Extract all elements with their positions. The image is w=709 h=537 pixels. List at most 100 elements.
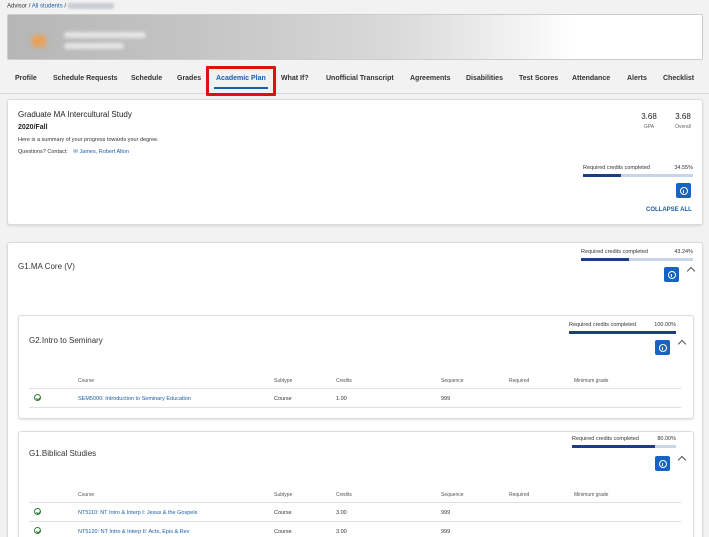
course-credits: 3.00 [336,510,347,516]
core-credits-label: Required credits completed 43.24% [581,249,693,255]
completed-check-icon [34,508,41,515]
collapse-all-button[interactable]: COLLAPSE ALL [646,207,692,213]
blurred-student-name [67,3,114,9]
program-info-button[interactable] [676,183,691,198]
tab-checklist[interactable]: Checklist [663,75,694,82]
course-sequence: 999 [441,529,451,535]
blurred-id [64,43,124,49]
course-subtype: Course [274,510,292,516]
completed-check-icon [34,394,41,401]
column-header-subtype: Subtype [274,378,293,384]
breadcrumb-all-students[interactable]: All students [32,4,63,10]
course-link[interactable]: NT5110: NT Intro & Interp I: Jesus & the… [78,510,197,516]
biblical-credits-label: Required credits completed 80.00% [572,436,676,442]
tab-schedule-requests[interactable]: Schedule Requests [53,75,118,82]
course-subtype: Course [274,396,292,402]
tab-unofficial-transcript[interactable]: Unofficial Transcript [326,75,394,82]
course-credits: 1.00 [336,396,347,402]
tab-test-scores[interactable]: Test Scores [519,75,558,82]
program-credits-text: Required credits completed [583,165,650,171]
gpa-label: GPA [643,124,655,130]
seminary-credits-progress-fill [569,331,676,334]
mail-icon: ✉ [73,149,78,155]
program-summary-card: Graduate MA Intercultural Study 2020/Fal… [7,99,703,225]
core-credits-text: Required credits completed [581,249,648,255]
avatar [32,35,46,47]
requirement-title: G2.Intro to Seminary [29,336,103,345]
column-header-required: Required [509,378,530,384]
column-header-sequence: Sequence [441,378,464,384]
tab-attendance[interactable]: Attendance [572,75,610,82]
column-header-credits: Credits [336,492,352,498]
breadcrumb-separator: / [64,3,67,10]
program-credits-progress-bar [583,174,693,177]
gpa-stat: 3.68 GPA [634,112,664,130]
seminary-credits-percent: 100.00% [654,322,676,328]
overall-gpa-label: Overall [675,124,691,130]
chevron-up-icon[interactable] [677,339,687,349]
column-header-minimum-grade: Minimum grade [574,378,609,384]
seminary-credits-text: Required credits completed [569,322,636,328]
tab-agreements[interactable]: Agreements [410,75,450,82]
overall-gpa-value: 3.68 [675,112,691,121]
requirement-title: G1.Biblical Studies [29,449,97,458]
info-icon [658,459,667,468]
column-header-minimum-grade: Minimum grade [574,492,609,498]
catalog-term: 2020/Fall [18,124,48,131]
tab-alerts[interactable]: Alerts [627,75,647,82]
tab-highlight-box [206,66,276,96]
biblical-info-button[interactable] [655,456,670,471]
column-header-subtype: Subtype [274,492,293,498]
column-header-required: Required [509,492,530,498]
requirement-card-intro-seminary: G2.Intro to Seminary Required credits co… [18,315,694,419]
advisor-name: James, Robert Alton [79,149,130,155]
course-link[interactable]: NT5120: NT Intro & Interp II: Acts, Epis… [78,529,189,535]
seminary-credits-label: Required credits completed 100.00% [569,322,676,328]
blurred-name [64,32,146,38]
tab-schedule[interactable]: Schedule [131,75,162,82]
requirement-title: G1.MA Core (V) [18,262,75,271]
program-title: Graduate MA Intercultural Study [18,110,132,119]
row-divider [29,407,681,408]
column-header-sequence: Sequence [441,492,464,498]
tab-profile[interactable]: Profile [15,75,37,82]
course-sequence: 999 [441,396,451,402]
core-credits-progress-fill [581,258,630,261]
course-link[interactable]: SEM5000: Introduction to Seminary Educat… [78,396,191,402]
biblical-credits-percent: 80.00% [657,436,676,442]
tab-bar: Profile Schedule Requests Schedule Grade… [0,66,709,94]
chevron-up-icon[interactable] [677,455,687,465]
column-header-course: Course [78,378,95,384]
advisor-contact: Questions? Contact: ✉ James, Robert Alto… [18,149,129,155]
tab-disabilities[interactable]: Disabilities [466,75,503,82]
advisor-email-link[interactable]: ✉ James, Robert Alton [73,149,129,155]
biblical-credits-text: Required credits completed [572,436,639,442]
requirement-card-ma-core: G1.MA Core (V) Required credits complete… [7,242,703,537]
core-credits-progress-bar [581,258,693,261]
column-header-credits: Credits [336,378,352,384]
table-header-divider [29,388,681,389]
info-icon [658,343,667,352]
biblical-credits-progress-bar [572,445,676,448]
core-credits-percent: 43.24% [674,249,693,255]
program-credits-progress-fill [583,174,621,177]
breadcrumb: Advisor / All students / [7,3,114,10]
row-divider [29,521,681,522]
info-icon [667,270,676,279]
tab-what-if[interactable]: What If? [281,75,309,82]
student-profile-banner [7,14,703,60]
seminary-info-button[interactable] [655,340,670,355]
breadcrumb-separator: / [28,3,31,10]
info-icon [679,186,688,195]
chevron-up-icon[interactable] [686,266,696,276]
completed-check-icon [34,527,41,534]
biblical-credits-progress-fill [572,445,656,448]
tab-grades[interactable]: Grades [177,75,201,82]
core-info-button[interactable] [664,267,679,282]
course-credits: 3.00 [336,529,347,535]
course-sequence: 999 [441,510,451,516]
requirement-card-biblical-studies: G1.Biblical Studies Required credits com… [18,431,694,537]
seminary-credits-progress-bar [569,331,676,334]
overall-gpa-stat: 3.68 Overall [668,112,698,130]
program-credits-percent: 34.55% [674,165,693,171]
